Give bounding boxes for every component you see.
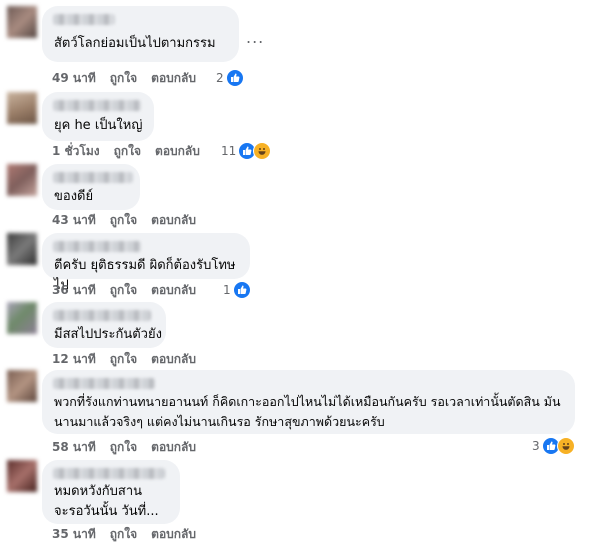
reply-button[interactable]: ตอบกลับ (151, 211, 196, 230)
comment-actions: 1 ชั่วโมง ถูกใจ ตอบกลับ (52, 143, 214, 159)
reaction-summary[interactable]: 11 (221, 142, 272, 160)
comment-actions: 36 นาที ถูกใจ ตอบกลับ (52, 282, 210, 298)
haha-reaction-icon (253, 142, 272, 160)
blurred-author-name[interactable] (53, 100, 141, 111)
comment-bubble: ของดีย์ (42, 164, 140, 210)
avatar[interactable] (7, 6, 37, 38)
comment-timestamp[interactable]: 12 นาที (52, 350, 96, 369)
reply-button[interactable]: ตอบกลับ (151, 281, 196, 300)
comment-timestamp[interactable]: 43 นาที (52, 211, 96, 230)
blurred-author-name[interactable] (53, 468, 165, 479)
comment-bubble: พวกที่รังแกท่านทนายอานนท์ ก็คิดเกาะออกไป… (42, 370, 575, 434)
reply-button[interactable]: ตอบกลับ (151, 438, 196, 457)
comment-bubble: ตีครับ ยุติธรรมดี ผิดก็ต้องรับโทษไป (42, 233, 250, 293)
avatar[interactable] (7, 302, 37, 334)
avatar[interactable] (7, 233, 37, 265)
comment-text: ยุค he เป็นใหญ่ (54, 118, 143, 133)
reply-button[interactable]: ตอบกลับ (151, 525, 196, 544)
reaction-summary[interactable]: 2 (216, 69, 244, 87)
comment-bubble: หมดหวังกับสาน จะรอวันนั้น วันที่... (42, 460, 180, 524)
comment-actions: 58 นาที ถูกใจ ตอบกลับ (52, 439, 210, 455)
comment-actions: 43 นาที ถูกใจ ตอบกลับ (52, 212, 210, 228)
reply-button[interactable]: ตอบกลับ (151, 350, 196, 369)
comment-bubble: สัตว์โลกย่อมเป็นไปตามกรรม (42, 6, 239, 62)
comment-timestamp[interactable]: 36 นาที (52, 281, 96, 300)
comment-text: สัตว์โลกย่อมเป็นไปตามกรรม (54, 36, 216, 51)
comment-timestamp[interactable]: 1 ชั่วโมง (52, 142, 100, 161)
reaction-count: 2 (216, 71, 224, 85)
comment-text: พวกที่รังแกท่านทนายอานนท์ ก็คิดเกาะออกไป… (54, 394, 561, 429)
avatar[interactable] (7, 164, 37, 196)
blurred-author-name[interactable] (53, 378, 155, 389)
reply-button[interactable]: ตอบกลับ (151, 69, 196, 88)
comment-timestamp[interactable]: 49 นาที (52, 69, 96, 88)
avatar[interactable] (7, 460, 37, 492)
blurred-author-name[interactable] (53, 14, 115, 25)
comment-timestamp[interactable]: 35 นาที (52, 525, 96, 544)
blurred-author-name[interactable] (53, 241, 141, 252)
like-button[interactable]: ถูกใจ (110, 281, 137, 300)
blurred-author-name[interactable] (53, 310, 151, 321)
like-button[interactable]: ถูกใจ (114, 142, 141, 161)
reaction-summary[interactable]: 1 (223, 281, 251, 299)
reply-button[interactable]: ตอบกลับ (155, 142, 200, 161)
like-button[interactable]: ถูกใจ (110, 525, 137, 544)
like-reaction-icon (232, 281, 251, 299)
haha-reaction-icon (556, 437, 575, 455)
comment-bubble: มีสสไปประกันตัวยัง (42, 302, 166, 348)
comment-timestamp[interactable]: 58 นาที (52, 438, 96, 457)
like-button[interactable]: ถูกใจ (110, 211, 137, 230)
more-options-icon[interactable]: ... (246, 28, 264, 47)
like-reaction-icon (225, 69, 244, 87)
comment-actions: 35 นาที ถูกใจ ตอบกลับ (52, 526, 210, 542)
avatar[interactable] (7, 370, 37, 402)
comment-bubble: ยุค he เป็นใหญ่ (42, 92, 154, 141)
comment-actions: 49 นาที ถูกใจ ตอบกลับ (52, 70, 210, 86)
avatar[interactable] (7, 92, 37, 124)
comment-text: ของดีย์ (54, 189, 94, 204)
like-button[interactable]: ถูกใจ (110, 350, 137, 369)
comment-text: หมดหวังกับสาน จะรอวันนั้น วันที่... (54, 484, 159, 519)
reaction-count: 1 (223, 283, 231, 297)
reaction-count: 3 (532, 439, 540, 453)
comment-text: มีสสไปประกันตัวยัง (54, 327, 162, 342)
reaction-count: 11 (221, 144, 237, 158)
like-button[interactable]: ถูกใจ (110, 438, 137, 457)
like-button[interactable]: ถูกใจ (110, 69, 137, 88)
blurred-author-name[interactable] (53, 172, 133, 183)
comment-actions: 12 นาที ถูกใจ ตอบกลับ (52, 351, 210, 367)
reaction-summary[interactable]: 3 (532, 437, 575, 455)
